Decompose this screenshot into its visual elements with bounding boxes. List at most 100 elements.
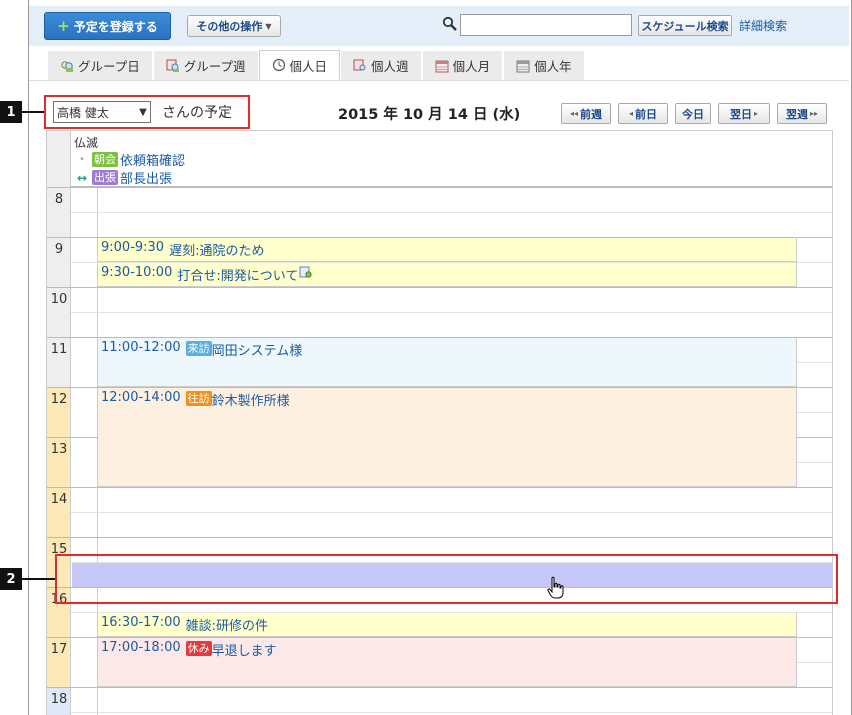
register-schedule-button[interactable]: + 予定を登録する — [44, 12, 171, 40]
event-badge: 休み — [185, 641, 212, 656]
event-title: 打合せ:開発について — [177, 269, 299, 284]
event-title: 遅刻:通院のため — [169, 244, 265, 259]
prev-day-button[interactable]: ◂ 前日 — [618, 103, 668, 124]
plus-icon: + — [57, 16, 70, 35]
hour-label: 8 — [54, 192, 64, 207]
event-block[interactable]: 9:00-9:30 遅刻:通院のため — [98, 237, 796, 262]
allday-gutter — [47, 131, 71, 187]
event-title: 雑談:研修の件 — [185, 619, 269, 634]
callout-1-line — [22, 111, 44, 113]
tab-group-day-label: グループ日 — [78, 59, 140, 74]
hour-line — [47, 237, 832, 238]
other-actions-button[interactable]: その他の操作 ▼ — [187, 15, 281, 37]
tab-personal-month-label: 個人月 — [452, 59, 491, 74]
event-edge — [796, 612, 797, 687]
right-icon: ▸ — [753, 109, 758, 118]
search-icon — [442, 16, 457, 31]
tab-personal-year-label: 個人年 — [534, 59, 572, 74]
tab-personal-day[interactable]: 個人日 — [258, 50, 341, 80]
double-right-icon: ▸▸ — [809, 109, 819, 118]
event-block[interactable]: 9:30-10:00 打合せ:開発について — [98, 262, 796, 287]
half-hour-line — [71, 312, 832, 313]
event-time: 12:00-14:00 — [101, 390, 181, 405]
tab-group-week-label: グループ週 — [183, 59, 246, 74]
register-schedule-label: 予定を登録する — [73, 19, 158, 34]
hour-label: 10 — [50, 292, 68, 307]
half-hour-line — [796, 462, 832, 463]
tab-personal-day-label: 個人日 — [289, 58, 328, 74]
event-edge — [796, 237, 797, 287]
callout-1-highlight — [44, 95, 250, 129]
event-title: 岡田システム様 — [211, 344, 303, 359]
event-block[interactable]: 17:00-18:00 休み 早退します — [98, 637, 796, 687]
allday-event-1[interactable]: • 朝会 依頼箱確認 — [74, 150, 185, 169]
event-time: 11:00-12:00 — [101, 340, 181, 355]
half-hour-line — [71, 512, 832, 513]
day-schedule-grid: 仏滅 • 朝会 依頼箱確認 ↔ 出張 部長出張 8 9 10 11 12 13 … — [46, 130, 833, 715]
next-week-button[interactable]: 翌週 ▸▸ — [777, 103, 827, 124]
view-tabs: グループ日 グループ週 個人日 個人週 個人月 個人年 — [47, 50, 585, 80]
event-title: 依頼箱確認 — [120, 154, 186, 169]
double-left-icon: ◂◂ — [569, 109, 579, 118]
hour-line — [47, 187, 832, 188]
tab-personal-week[interactable]: 個人週 — [340, 50, 422, 80]
tab-group-week[interactable]: グループ週 — [152, 50, 259, 80]
hour-line — [47, 287, 832, 288]
clock-icon — [272, 58, 285, 72]
half-hour-line — [71, 262, 832, 263]
hour-line — [47, 487, 832, 488]
detail-search-link[interactable]: 詳細検索 — [739, 17, 787, 34]
prev-day-label: 前日 — [635, 107, 657, 121]
next-week-label: 翌週 — [785, 107, 808, 121]
half-hour-line — [71, 712, 832, 713]
event-block[interactable]: 11:00-12:00 来訪 岡田システム様 — [98, 337, 796, 387]
caret-down-icon: ▼ — [265, 21, 272, 31]
schedule-search-button[interactable]: スケジュール検索 — [638, 15, 732, 36]
group-day-icon — [61, 60, 73, 72]
tab-group-day[interactable]: グループ日 — [47, 50, 153, 80]
tab-personal-month[interactable]: 個人月 — [421, 50, 504, 80]
half-hour-line — [71, 212, 832, 213]
toolbar: + 予定を登録する その他の操作 ▼ スケジュール検索 詳細検索 — [29, 6, 849, 46]
event-badge: 出張 — [92, 170, 118, 185]
hour-line — [47, 337, 832, 338]
prev-week-label: 前週 — [580, 107, 603, 121]
span-arrow-icon: ↔ — [76, 170, 88, 185]
callout-1: 1 — [0, 101, 22, 123]
hour-label: 9 — [54, 242, 64, 257]
hour-label: 12 — [50, 392, 68, 407]
next-day-label: 翌日 — [729, 107, 752, 121]
event-title: 部長出張 — [120, 172, 173, 187]
event-block[interactable]: 16:30-17:00 雑談:研修の件 — [98, 612, 796, 637]
tab-personal-year[interactable]: 個人年 — [503, 50, 585, 80]
half-hour-line — [71, 612, 832, 613]
allday-event-2[interactable]: ↔ 出張 部長出張 — [74, 168, 172, 187]
hand-cursor-icon — [547, 576, 564, 599]
hour-line — [47, 687, 832, 688]
calendar-month-icon — [435, 60, 449, 72]
hour-label: 14 — [50, 492, 68, 507]
event-time: 17:00-18:00 — [101, 640, 181, 655]
hour-line — [796, 437, 832, 438]
search-input[interactable] — [460, 14, 632, 36]
calendar-year-icon — [516, 60, 530, 72]
half-hour-line — [796, 362, 832, 363]
today-label: 今日 — [682, 107, 704, 121]
next-day-button[interactable]: 翌日 ▸ — [718, 103, 770, 124]
event-time: 9:30-10:00 — [101, 265, 173, 280]
hour-line — [47, 537, 832, 538]
callout-2: 2 — [0, 568, 22, 590]
event-title: 鈴木製作所様 — [211, 394, 290, 409]
tab-divider — [29, 80, 849, 81]
today-button[interactable]: 今日 — [675, 103, 711, 124]
event-time: 16:30-17:00 — [101, 615, 181, 630]
group-week-icon — [166, 59, 179, 72]
prev-week-button[interactable]: ◂◂ 前週 — [561, 103, 611, 124]
half-hour-line — [796, 412, 832, 413]
event-block[interactable]: 12:00-14:00 往訪 鈴木製作所様 — [98, 387, 796, 487]
callout-2-highlight — [55, 554, 838, 604]
half-hour-line — [796, 662, 832, 663]
allday-section: 仏滅 • 朝会 依頼箱確認 ↔ 出張 部長出張 — [47, 131, 832, 187]
hour-label: 13 — [50, 442, 68, 457]
event-time: 9:00-9:30 — [101, 240, 165, 255]
